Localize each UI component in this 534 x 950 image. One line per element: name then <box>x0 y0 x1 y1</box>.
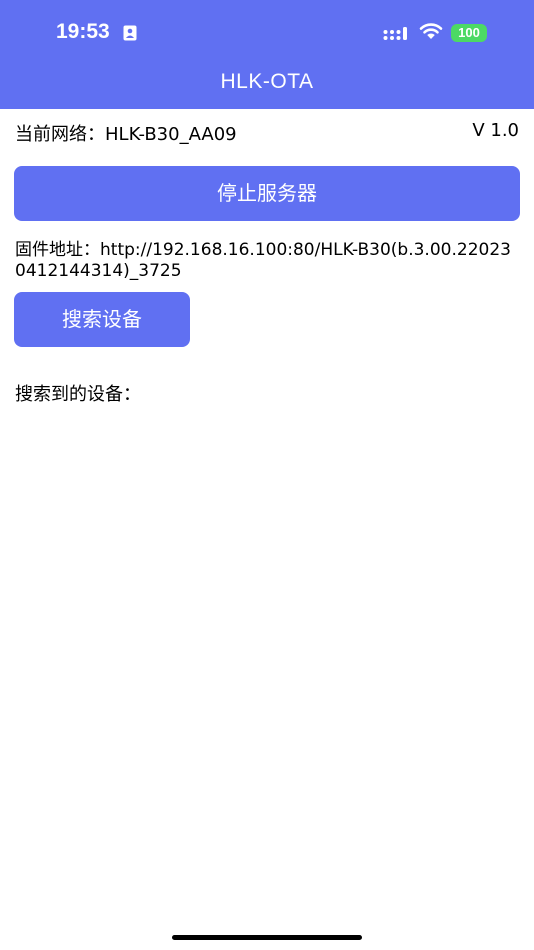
home-indicator[interactable] <box>172 935 362 940</box>
found-devices-label: 搜索到的设备： <box>15 384 141 405</box>
status-time: 19:53 <box>56 20 110 43</box>
current-network: 当前网络：HLK-B30_AA09 <box>15 120 237 146</box>
cellular-signal-icon <box>383 27 407 40</box>
network-ssid: HLK-B30_AA09 <box>105 124 237 145</box>
battery-icon: 100 <box>451 24 487 42</box>
app-title: HLK-OTA <box>220 70 314 93</box>
wifi-icon <box>419 23 443 39</box>
contact-card-icon <box>123 25 137 41</box>
firmware-label: 固件地址： <box>15 240 100 260</box>
search-devices-button[interactable]: 搜索设备 <box>14 292 190 347</box>
firmware-address: 固件地址：http://192.168.16.100:80/HLK-B30(b.… <box>15 240 520 282</box>
app-header: 19:53 100 HLK-OTA <box>0 0 534 109</box>
stop-server-button[interactable]: 停止服务器 <box>14 166 520 221</box>
app-version: V 1.0 <box>472 120 519 141</box>
network-label: 当前网络： <box>15 124 105 145</box>
